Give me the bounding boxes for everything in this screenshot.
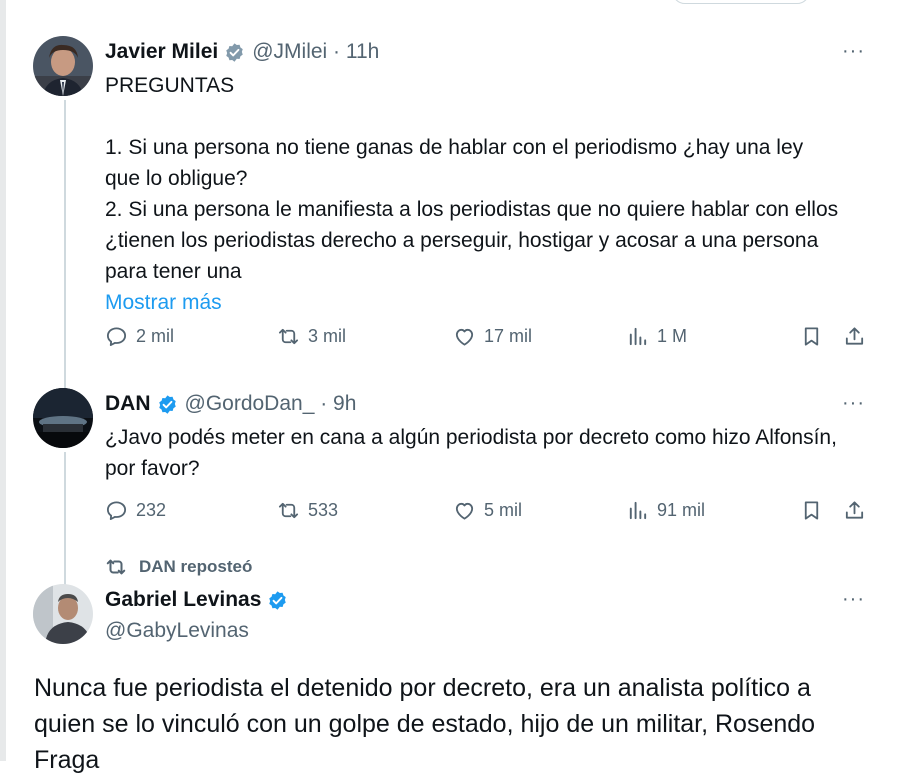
share-button[interactable] [843, 325, 866, 348]
repost-icon [278, 328, 299, 345]
tweet-line: ¿tienen los periodistas derecho a perseg… [105, 229, 819, 252]
like-button[interactable]: 5 mil [453, 499, 522, 522]
tweet-text: ¿Javo podés meter en cana a algún period… [105, 422, 850, 484]
bookmark-icon [804, 327, 819, 346]
avatar[interactable] [33, 36, 93, 96]
tweet-line: ¿Javo podés meter en cana a algún period… [105, 426, 837, 449]
reply-count: 232 [136, 500, 167, 520]
tweet-title: PREGUNTAS [105, 74, 235, 97]
tweet-header: Javier Milei @JMilei · 11h [105, 40, 379, 64]
author-handle[interactable]: @GordoDan_ · 9h [185, 392, 357, 416]
repost-button[interactable]: 3 mil [277, 325, 346, 348]
repost-notice[interactable]: DAN reposteó [105, 556, 252, 578]
like-count: 5 mil [484, 500, 523, 520]
tweet-actions: 2 mil 3 mil 17 mil 1 M [105, 325, 875, 355]
avatar[interactable] [33, 388, 93, 448]
views-icon [629, 327, 647, 346]
verified-icon [158, 394, 176, 414]
views-count: 91 mil [657, 500, 706, 520]
author-handle[interactable]: @GabyLevinas [105, 619, 249, 643]
repost-button[interactable]: 533 [277, 499, 338, 522]
heart-icon [455, 328, 474, 346]
reply-icon [106, 327, 127, 347]
bookmark-button[interactable] [800, 499, 823, 522]
like-count: 17 mil [484, 326, 533, 346]
repost-count: 3 mil [308, 326, 347, 346]
author-name[interactable]: DAN [105, 392, 151, 416]
tweet-line: Nunca fue periodista el detenido por dec… [34, 674, 811, 702]
tweet-line: por favor? [105, 457, 200, 480]
repost-icon [106, 559, 126, 575]
reply-button[interactable]: 232 [105, 499, 166, 522]
show-more-link[interactable]: Mostrar más [105, 287, 850, 318]
more-icon[interactable]: ··· [842, 588, 865, 611]
tweet-text: Nunca fue periodista el detenido por dec… [34, 670, 864, 778]
views-count: 1 M [657, 326, 688, 346]
more-icon[interactable]: ··· [842, 392, 865, 415]
tweet-line: 1. Si una persona no tiene ganas de habl… [105, 136, 804, 159]
tweet-line: quien se lo vinculó con un golpe de esta… [34, 710, 816, 738]
window-edge [0, 0, 6, 761]
reply-icon [106, 501, 127, 521]
share-icon [845, 501, 864, 519]
views-icon [629, 501, 647, 520]
tweet-header: DAN @GordoDan_ · 9h [105, 392, 356, 416]
tweet-line: para tener una [105, 260, 242, 283]
like-button[interactable]: 17 mil [453, 325, 532, 348]
repost-count: 533 [308, 500, 339, 520]
top-button[interactable] [672, 0, 810, 4]
tweet-header: Gabriel Levinas [105, 588, 295, 612]
more-icon[interactable]: ··· [842, 40, 865, 63]
share-button[interactable] [843, 499, 866, 522]
bookmark-button[interactable] [800, 325, 823, 348]
author-name[interactable]: Gabriel Levinas [105, 588, 261, 612]
heart-icon [455, 502, 474, 520]
thread-line [64, 452, 66, 586]
author-name[interactable]: Javier Milei [105, 40, 218, 64]
tweet-text: PREGUNTAS 1. Si una persona no tiene gan… [105, 70, 850, 318]
repost-icon [278, 502, 299, 519]
repost-notice-text: DAN reposteó [139, 557, 253, 576]
avatar[interactable] [33, 584, 93, 644]
tweet-line: Fraga [34, 746, 100, 774]
tweet-line: 2. Si una persona le manifiesta a los pe… [105, 198, 839, 221]
tweet-actions: 232 533 5 mil 91 mil [105, 499, 875, 529]
share-icon [845, 327, 864, 345]
tweet-subheader: @GabyLevinas [105, 619, 249, 643]
views-button[interactable]: 91 mil [626, 499, 705, 522]
reply-count: 2 mil [136, 326, 175, 346]
bookmark-icon [804, 501, 819, 520]
reply-button[interactable]: 2 mil [105, 325, 174, 348]
verified-icon [226, 42, 243, 62]
tweet-line: que lo obligue? [105, 167, 248, 190]
views-button[interactable]: 1 M [626, 325, 687, 348]
thread-line [64, 100, 66, 388]
author-handle[interactable]: @JMilei · 11h [252, 40, 379, 64]
verified-icon [269, 590, 287, 610]
